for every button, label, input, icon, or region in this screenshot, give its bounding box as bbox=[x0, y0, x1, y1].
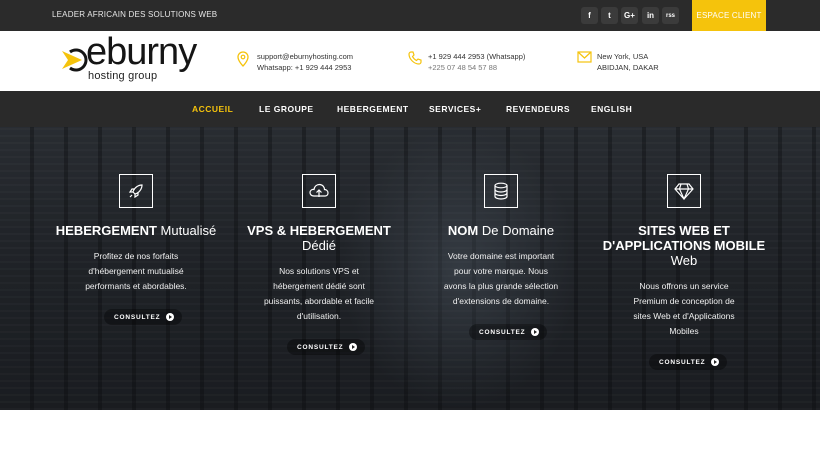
logo-word: eburny bbox=[86, 31, 197, 73]
nav-item-accueil[interactable]: ACCUEIL bbox=[192, 104, 233, 114]
cloud-upload-icon bbox=[302, 174, 336, 208]
nav-item-revendeurs[interactable]: REVENDEURS bbox=[506, 104, 570, 114]
nav-item-english[interactable]: ENGLISH bbox=[591, 104, 632, 114]
consultez-button[interactable]: CONSULTEZ bbox=[287, 339, 366, 355]
contact-line: Whatsapp: +1 929 444 2953 bbox=[257, 63, 352, 72]
contact-email: support@eburnyhosting.com Whatsapp: +1 9… bbox=[237, 51, 353, 73]
tagline: LEADER AFRICAIN DES SOLUTIONS WEB bbox=[52, 10, 218, 19]
linkedin-icon[interactable]: in bbox=[642, 7, 659, 24]
consultez-button[interactable]: CONSULTEZ bbox=[469, 324, 548, 340]
service-title: VPS & HEBERGEMENT Dédié bbox=[247, 223, 391, 253]
contact-line: New York, USA bbox=[597, 52, 649, 61]
service-title: HEBERGEMENT Mutualisé bbox=[55, 223, 217, 238]
diamond-icon bbox=[667, 174, 701, 208]
contact-phone: +1 929 444 2953 (Whatsapp) +225 07 48 54… bbox=[408, 51, 525, 73]
contact-address: New York, USA ABIDJAN, DAKAR bbox=[577, 51, 659, 73]
nav-item-le-groupe[interactable]: LE GROUPE bbox=[259, 104, 314, 114]
main-navigation: ACCUEIL LE GROUPE HEBERGEMENT SERVICES+ … bbox=[0, 91, 820, 127]
service-description: Profitez de nos forfaits d'hébergement mu… bbox=[85, 251, 187, 291]
rss-icon[interactable]: rss bbox=[662, 7, 679, 24]
header: eburny hosting group support@eburnyhosti… bbox=[0, 31, 820, 91]
contact-line[interactable]: support@eburnyhosting.com bbox=[257, 51, 353, 62]
facebook-icon[interactable]: f bbox=[581, 7, 598, 24]
client-area-button[interactable]: ESPACE CLIENT bbox=[692, 0, 766, 31]
contact-line: ABIDJAN, DAKAR bbox=[597, 63, 659, 72]
logo-subtitle: hosting group bbox=[88, 70, 158, 82]
hero-banner: HEBERGEMENT Mutualisé Profitez de nos fo… bbox=[0, 127, 820, 410]
contact-line: +225 07 48 54 57 88 bbox=[428, 63, 498, 72]
service-description: Nous offrons un service Premium de concep… bbox=[633, 281, 735, 336]
location-pin-icon bbox=[237, 51, 249, 67]
consultez-button[interactable]: CONSULTEZ bbox=[649, 354, 728, 370]
service-description: Nos solutions VPS et hébergement dédié so… bbox=[263, 266, 375, 321]
google-plus-icon[interactable]: G+ bbox=[621, 7, 638, 24]
database-icon bbox=[484, 174, 518, 208]
service-description: Votre domaine est important pour votre ma… bbox=[443, 251, 559, 306]
phone-icon bbox=[408, 51, 422, 65]
twitter-icon[interactable]: t bbox=[601, 7, 618, 24]
nav-item-hebergement[interactable]: HEBERGEMENT bbox=[337, 104, 409, 114]
logo-arrow-icon bbox=[62, 48, 88, 72]
contact-line[interactable]: +1 929 444 2953 (Whatsapp) bbox=[428, 51, 525, 62]
nav-item-services[interactable]: SERVICES+ bbox=[429, 104, 481, 114]
service-title: NOM De Domaine bbox=[447, 223, 555, 238]
logo[interactable]: eburny hosting group bbox=[60, 33, 200, 83]
rocket-icon bbox=[119, 174, 153, 208]
top-bar: LEADER AFRICAIN DES SOLUTIONS WEB f t G+… bbox=[0, 0, 820, 31]
envelope-icon bbox=[577, 51, 592, 63]
consultez-button[interactable]: CONSULTEZ bbox=[104, 309, 183, 325]
service-title: SITES WEB ET D'APPLICATIONS MOBILE Web bbox=[602, 223, 766, 268]
